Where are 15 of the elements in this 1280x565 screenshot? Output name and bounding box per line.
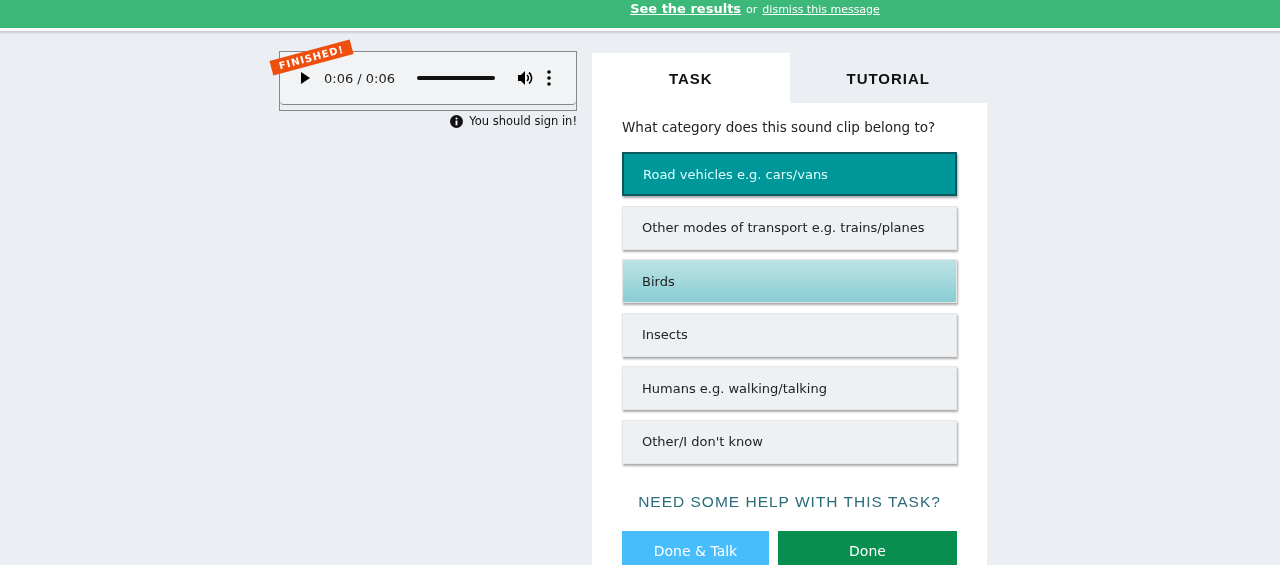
sign-in-notice: You should sign in! [469,114,577,128]
more-icon[interactable] [547,70,552,86]
answer-option[interactable]: Humans e.g. walking/talking [622,366,957,410]
answer-option[interactable]: Other modes of transport e.g. trains/planes [622,205,957,250]
volume-icon[interactable] [517,70,534,86]
done-button[interactable]: Done [778,531,957,565]
question-text: What category does this sound clip belong to? [622,119,937,135]
answer-option[interactable]: Birds [622,259,957,303]
tab[interactable]: TUTORIAL [789,53,987,103]
play-icon[interactable] [300,72,310,84]
help-link[interactable]: NEED SOME HELP WITH THIS TASK? [622,493,957,511]
banner-text: or [746,3,758,16]
info-icon [450,114,464,128]
answer-option[interactable]: Other/I don't know [622,419,957,464]
answer-option[interactable]: Insects [622,312,957,357]
